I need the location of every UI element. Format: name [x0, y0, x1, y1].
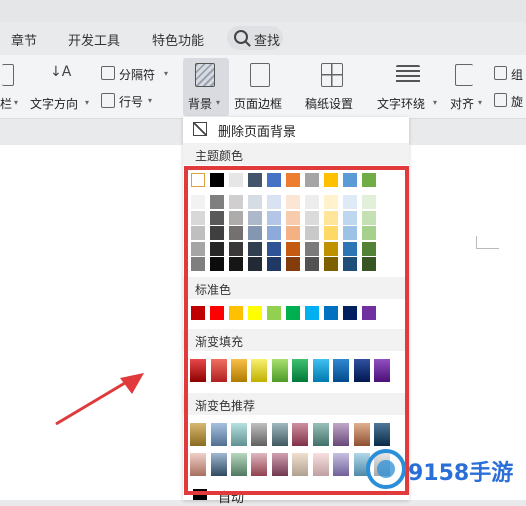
separator-button[interactable]: 分隔符	[119, 66, 155, 83]
text-direction-caret-icon: ▾	[85, 98, 90, 107]
separator-icon	[101, 66, 115, 80]
columns-icon	[2, 64, 14, 86]
columns-button[interactable]: 栏	[0, 95, 12, 112]
group-button[interactable]: 组	[511, 66, 523, 83]
line-number-button[interactable]: 行号	[119, 93, 143, 110]
separator-caret-icon: ▾	[164, 69, 169, 78]
watermark-text: 9158手游	[408, 461, 514, 486]
page-border-button[interactable]: 页面边框	[234, 95, 282, 112]
text-wrap-caret-icon: ▾	[433, 98, 438, 107]
group-icon	[494, 66, 507, 80]
text-direction-button[interactable]: 文字方向	[30, 95, 78, 112]
watermark-logo-icon	[366, 449, 406, 489]
page-border-icon	[250, 63, 270, 87]
background-button[interactable]: 背景 ▾	[183, 58, 229, 116]
highlight-box	[184, 166, 409, 495]
text-wrap-icon	[396, 65, 420, 85]
tab-chapter[interactable]: 章节	[11, 30, 37, 49]
line-number-caret-icon: ▾	[148, 96, 153, 105]
background-label: 背景	[188, 97, 213, 111]
remove-background-icon	[193, 122, 207, 136]
search-label: 查找	[254, 34, 281, 49]
tab-special-features[interactable]: 特色功能	[152, 30, 204, 49]
align-caret-icon: ▾	[478, 98, 483, 107]
search-icon-handle	[245, 41, 251, 47]
columns-caret-icon: ▾	[14, 98, 19, 107]
line-number-icon	[101, 93, 115, 108]
search-button[interactable]: 查找	[227, 26, 283, 50]
paper-setup-icon	[321, 63, 343, 87]
rotate-icon	[494, 93, 507, 107]
align-button[interactable]: 对齐	[450, 95, 474, 112]
background-icon	[195, 63, 215, 87]
remove-background-item[interactable]: 删除页面背景	[218, 121, 296, 140]
red-arrow	[55, 373, 144, 426]
rotate-button[interactable]: 旋	[511, 93, 523, 110]
page-corner-mark	[476, 236, 499, 249]
background-caret-icon: ▾	[216, 98, 221, 107]
paper-setup-button[interactable]: 稿纸设置	[305, 95, 353, 112]
title-bar	[0, 0, 526, 22]
text-direction-icon: ↓A	[50, 64, 72, 80]
align-icon	[455, 64, 473, 86]
theme-colors-heading: 主题颜色	[183, 143, 409, 165]
text-wrap-button[interactable]: 文字环绕	[377, 95, 425, 112]
tab-developer-tools[interactable]: 开发工具	[68, 30, 120, 49]
